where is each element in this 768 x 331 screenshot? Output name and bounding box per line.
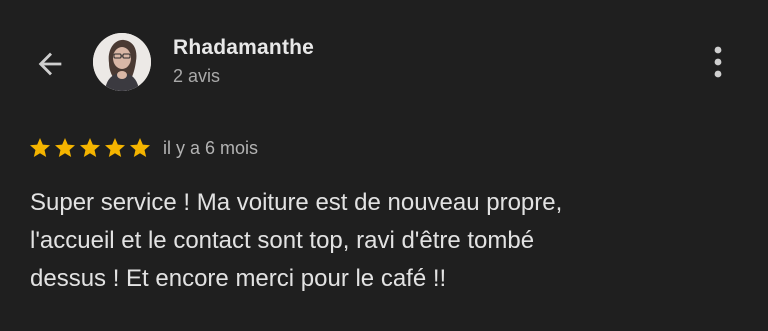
star-icon	[105, 138, 125, 157]
star-icon	[80, 138, 100, 157]
review-date: il y a 6 mois	[163, 137, 259, 158]
review-header: Rhadamanthe 2 avis	[0, 0, 768, 120]
reviewer-name[interactable]: Rhadamanthe	[173, 36, 314, 60]
star-icon	[30, 138, 50, 157]
avatar[interactable]	[93, 33, 151, 91]
rating-row: il y a 6 mois	[28, 135, 258, 161]
review-text: Super service ! Ma voiture est de nouvea…	[30, 184, 730, 298]
review-screen: Rhadamanthe 2 avis il y a 6 mois Super s…	[0, 0, 768, 331]
more-options-button[interactable]	[700, 40, 736, 84]
review-text-line: dessus ! Et encore merci pour le café !!	[30, 265, 447, 292]
star-rating	[28, 136, 152, 160]
star-icon	[130, 138, 150, 157]
star-icon	[55, 138, 75, 157]
review-text-line: l'accueil et le contact sont top, ravi d…	[30, 227, 535, 254]
avatar-photo	[93, 33, 151, 91]
review-text-line: Super service ! Ma voiture est de nouvea…	[30, 189, 563, 216]
arrow-back-icon	[38, 52, 62, 76]
more-vert-icon	[714, 46, 722, 78]
back-button[interactable]	[26, 40, 74, 88]
review-count: 2 avis	[173, 66, 221, 86]
